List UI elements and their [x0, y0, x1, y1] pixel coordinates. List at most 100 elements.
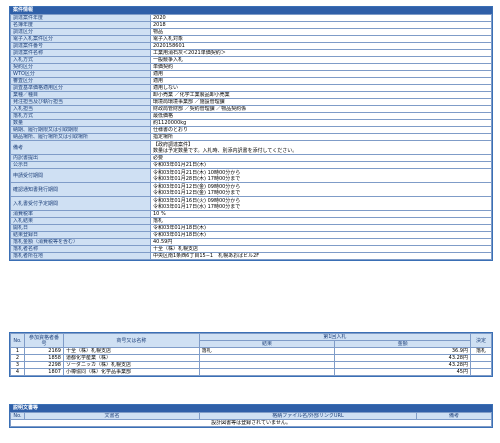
case-info-label: 落札者所在地 [10, 252, 151, 260]
case-info-label: 申請受付期間 [10, 168, 151, 183]
bid-no: 2 [10, 354, 25, 362]
case-info-row: 業種／種目 卸小売業 ／化学工業製品卸小売業 [10, 91, 492, 99]
case-info-value: 最低価格 [150, 112, 492, 120]
bid-row: 1 2169 十全（株）札幌支店 落札 36.9円 落札 [10, 347, 492, 355]
doc-col-note: 備考 [416, 412, 492, 420]
case-info-label: 内訳書提出 [10, 154, 151, 162]
bid-no: 4 [10, 368, 25, 376]
case-info-value: 仕様書のとおり [150, 126, 492, 134]
case-info-value: 2018 [150, 21, 492, 29]
case-info-value: 卸小売業 ／化学工業製品卸小売業 [150, 91, 492, 99]
bid-row: 3 2298 ソーダニッカ（株）札幌支店 43.28円 [10, 361, 492, 369]
case-info-row: 備考 【政府調達案件】 数量は予定数量です。入札時、別添内訳書を添付してください。 [10, 140, 492, 155]
bid-no: 3 [10, 361, 25, 369]
case-info-row: 数量 約1120000kg [10, 119, 492, 127]
bid-company-name: 十全（株）札幌支店 [63, 347, 200, 355]
case-info-row: 入札方式 一般競争入札 [10, 56, 492, 64]
case-info-row: 落札方式 最低価格 [10, 112, 492, 120]
case-info-value: 工業用消石灰＜2021単価契約＞ [150, 49, 492, 57]
case-info-value: 単価契約 [150, 63, 492, 71]
case-info-label: 入札書受付予定期間 [10, 196, 151, 211]
case-info-row: 納品場所、履行場所又は引取場所 指定場所 [10, 133, 492, 141]
case-info-row: 申請受付期間 令和03年01月21日(木) 10時00分から 令和03年01月28日… [10, 168, 492, 183]
case-info-row: 結果登録日 令和03年01月18日(木) [10, 231, 492, 239]
col-no: No. [10, 333, 25, 348]
case-info-label: 消費税率 [10, 210, 151, 218]
case-info-label: 開札日 [10, 224, 151, 232]
case-info-value-line: 環境局環境事業部 ／施設管理課 [153, 99, 225, 105]
bid-result [198, 361, 336, 369]
case-info-value-line: 令和03年01月28日(木) 17時00分まで [153, 175, 241, 182]
case-info-label: 備考 [10, 140, 151, 155]
bid-decision [470, 361, 492, 369]
case-info-label: 落札方式 [10, 112, 151, 120]
case-info-row: 落札者所在地 中央区南1条西6丁目15−1 札幌あおばビル2F [10, 252, 492, 260]
case-info-row: 電子入札案件区分 電子入札対象 [10, 35, 492, 43]
case-info-row: 公示日 令和03年01月21日(木) [10, 161, 492, 169]
case-info-value: 環境局環境事業部 ／施設管理課 [150, 98, 492, 106]
case-info-row: 開札日 令和03年01月18日(木) [10, 224, 492, 232]
case-info-value: 指定場所 [150, 133, 492, 141]
case-info-value: 財政局管財部 ／契約管理課 ／物品契約係 [150, 105, 492, 113]
case-info-label: 結果登録日 [10, 231, 151, 239]
case-info-value: 40.59円 [150, 238, 492, 246]
documents-panel: 説明文書等 No. 文書名 格納ファイル名/外部リンクURL 備考 設計図書等は… [9, 404, 493, 428]
case-info-value: 令和03年01月18日(木) [150, 224, 492, 232]
case-info-label: 契約区分 [10, 63, 151, 71]
case-info-value-line: 令和03年01月18日(木) [153, 225, 206, 231]
case-info-value: 適用 [150, 77, 492, 85]
case-info-row: 落札金額（消費税等を含む） 40.59円 [10, 238, 492, 246]
case-info-row: 入札書受付予定期間 令和03年01月16日(火) 09時00分から 令和03年01月… [10, 196, 492, 211]
case-info-label: 調査基準価格適用区分 [10, 84, 151, 92]
case-info-label: 電子入札案件区分 [10, 35, 151, 43]
case-info-value: 適用 [150, 70, 492, 78]
case-info-value-line: 中央区南1条西6丁目15−1 札幌あおばビル2F [153, 253, 260, 259]
case-info-row: 調達案件番号 2020158601 [10, 42, 492, 50]
case-info-value: 令和03年01月21日(木) 10時00分から 令和03年01月28日(木) 17… [150, 168, 492, 183]
case-info-value-line: 財政局管財部 ／契約管理課 ／物品契約係 [153, 106, 247, 112]
case-info-value-line: 仕様書のとおり [153, 127, 189, 133]
case-info-label: 調達区分 [10, 28, 151, 36]
case-info-value-line: 2020158601 [153, 43, 185, 49]
case-info-value: 必要 [150, 154, 492, 162]
case-info-value: 令和03年01月12日(金) 09時00分から 令和03年01月12日(金) 17… [150, 182, 492, 197]
case-info-row: 入札結果 落札 [10, 217, 492, 225]
col-reg: 参加資格者番号 [24, 333, 64, 348]
case-info-label: WTO区分 [10, 70, 151, 78]
case-info-label: 入札結果 [10, 217, 151, 225]
col-decision: 決定 [470, 333, 492, 348]
case-info-label: 名簿年度 [10, 21, 151, 29]
case-info-row: 調査基準価格適用区分 適用しない [10, 84, 492, 92]
case-info-value: 電子入札対象 [150, 35, 492, 43]
case-info-value-line: 令和03年01月21日(木) [153, 162, 206, 168]
case-info-label: 落札者名称 [10, 245, 151, 253]
case-info-row: 入札担当 財政局管財部 ／契約管理課 ／物品契約係 [10, 105, 492, 113]
bid-amount: 43.28円 [334, 354, 471, 362]
case-info-label: 業種／種目 [10, 91, 151, 99]
case-info-value-line: 物品 [153, 29, 164, 35]
case-info-value-line: 約1120000kg [153, 120, 187, 126]
bid-amount: 43.28円 [334, 361, 471, 369]
case-info-value-line: 十全（株）札幌支店 [153, 246, 199, 252]
case-info-row: 落札者名称 十全（株）札幌支店 [10, 245, 492, 253]
case-info-row: 契約区分 単価契約 [10, 63, 492, 71]
case-info-label: 落札金額（消費税等を含む） [10, 238, 151, 246]
case-info-value-line: 適用 [153, 78, 164, 84]
case-info-label: 納期、履行期限又は引取期限 [10, 126, 151, 134]
bid-decision [470, 368, 492, 376]
bid-amount: 45円 [334, 368, 471, 376]
bid-company-name: ソーダニッカ（株）札幌支店 [63, 361, 200, 369]
case-info-row: 審査区分 適用 [10, 77, 492, 85]
case-info-label: 発注担当及び執行担当 [10, 98, 151, 106]
case-info-value-line: 適用しない [153, 85, 179, 91]
case-info-value-line: 10 % [153, 211, 166, 217]
case-info-value: 物品 [150, 28, 492, 36]
doc-col-no: No. [10, 412, 25, 420]
case-info-value-line: 令和03年01月18日(木) [153, 232, 206, 238]
case-info-label: 公示日 [10, 161, 151, 169]
case-info-table: 調達案件年度 2020 名簿年度 2018 調達区分 物品 電子入札案件区分 電子入札対象 調達… [10, 14, 492, 260]
col-name: 商号又は名称 [63, 333, 200, 348]
case-info-label: 確認通知書発行期間 [10, 182, 151, 197]
case-info-value: 中央区南1条西6丁目15−1 札幌あおばビル2F [150, 252, 492, 260]
case-info-label: 調達案件名称 [10, 49, 151, 57]
